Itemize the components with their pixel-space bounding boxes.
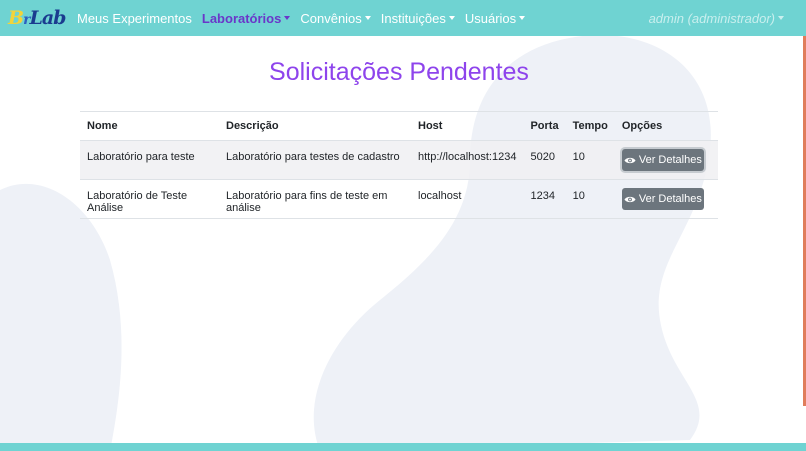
column-header-porta: Porta	[523, 111, 566, 141]
eye-icon	[624, 157, 636, 163]
nav-item-meus-experimentos[interactable]: Meus Experimentos	[77, 11, 192, 26]
caret-down-icon	[778, 16, 784, 20]
cell-descricao: Laboratório para testes de cadastro	[219, 140, 411, 180]
nav-item-label: Laboratórios	[201, 10, 282, 26]
cell-tempo: 10	[565, 140, 615, 180]
cell-opcoes: Ver Detalhes	[614, 140, 718, 180]
main-content: Solicitações Pendentes Nome Descrição Ho…	[0, 36, 806, 443]
caret-down-icon	[519, 16, 526, 20]
column-header-host: Host	[411, 111, 524, 141]
table-header-row: Nome Descrição Host Porta Tempo Opções	[80, 111, 718, 141]
cell-descricao: Laboratório para fins de teste em anális…	[219, 179, 411, 219]
pending-requests-table: Nome Descrição Host Porta Tempo Opções L…	[80, 111, 718, 219]
caret-down-icon	[284, 16, 291, 20]
cell-host: http://localhost:1234	[411, 140, 524, 180]
caret-down-icon	[448, 16, 455, 20]
user-menu-label: admin (administrador)	[648, 10, 775, 26]
view-details-label: Ver Detalhes	[638, 154, 702, 166]
cell-opcoes: Ver Detalhes	[614, 179, 718, 219]
nav-item-label: Usuários	[464, 10, 517, 26]
logo-letter-b: B	[8, 7, 24, 29]
nav-menu: Meus Experimentos Laboratórios Convênios…	[77, 0, 535, 36]
caret-down-icon	[364, 16, 371, 20]
logo-word-lab: Lab	[29, 7, 66, 29]
eye-icon	[624, 196, 636, 202]
cell-porta: 1234	[523, 179, 566, 219]
cell-nome: Laboratório de Teste Análise	[80, 179, 219, 219]
nav-item-laboratorios[interactable]: Laboratórios	[201, 10, 291, 26]
view-details-button[interactable]: Ver Detalhes	[621, 149, 704, 171]
cell-host: localhost	[411, 179, 524, 219]
table-row: Laboratório de Teste Análise Laboratório…	[80, 179, 718, 219]
view-details-label: Ver Detalhes	[638, 193, 702, 205]
nav-item-convenios[interactable]: Convênios	[300, 10, 371, 26]
nav-item-usuarios[interactable]: Usuários	[464, 10, 526, 26]
column-header-descricao: Descrição	[219, 111, 411, 141]
nav-item-label: Instituições	[380, 10, 446, 26]
nav-item-label: Convênios	[300, 10, 362, 26]
view-details-button[interactable]: Ver Detalhes	[621, 188, 704, 210]
cell-porta: 5020	[523, 140, 566, 180]
column-header-opcoes: Opções	[614, 111, 718, 141]
cell-tempo: 10	[565, 179, 615, 219]
cell-nome: Laboratório para teste	[80, 140, 219, 180]
user-menu[interactable]: admin (administrador)	[649, 0, 784, 36]
nav-item-label: Meus Experimentos	[77, 10, 192, 26]
top-navbar: BrLab Meus Experimentos Laboratórios Con…	[0, 0, 806, 36]
column-header-nome: Nome	[80, 111, 219, 141]
nav-item-instituicoes[interactable]: Instituições	[381, 11, 455, 26]
bottom-bar	[0, 443, 806, 451]
brand-logo[interactable]: BrLab	[8, 4, 66, 32]
table-row: Laboratório para teste Laboratório para …	[80, 140, 718, 180]
page-title: Solicitações Pendentes	[269, 58, 529, 86]
column-header-tempo: Tempo	[565, 111, 615, 141]
